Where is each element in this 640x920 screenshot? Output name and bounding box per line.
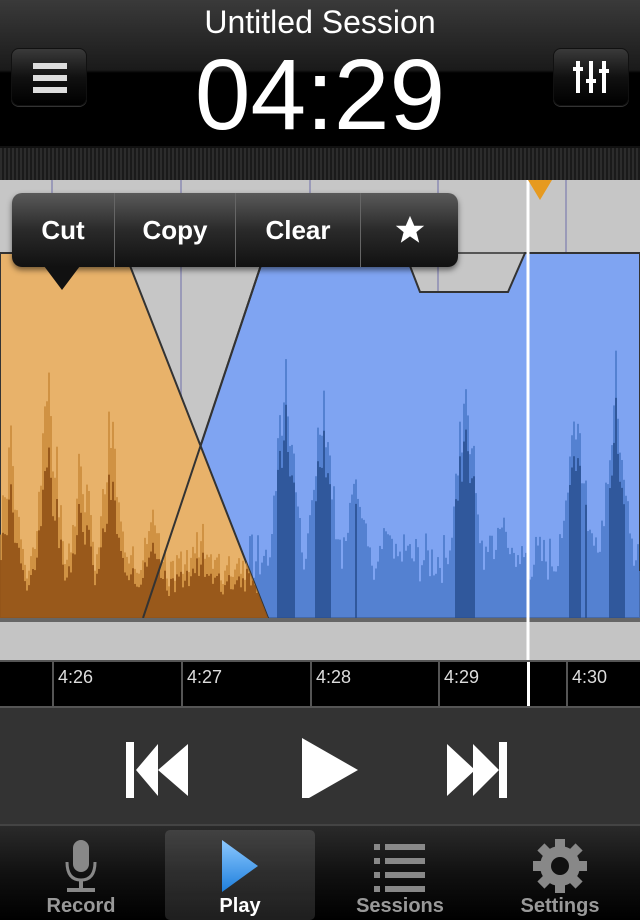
track-footer <box>0 622 640 660</box>
tab-sessions[interactable]: Sessions <box>325 830 475 920</box>
play-icon[interactable] <box>300 738 360 798</box>
session-title: Untitled Session <box>204 4 436 40</box>
tick: 4:29 <box>438 662 479 708</box>
tick: 4:27 <box>181 662 222 708</box>
hamburger-icon <box>33 63 67 93</box>
favorite-button[interactable] <box>361 193 458 267</box>
tick: 4:28 <box>310 662 351 708</box>
header: Untitled Session 04:29 <box>0 0 640 150</box>
sliders-icon <box>573 61 609 93</box>
overview-strip[interactable] <box>0 146 640 180</box>
timeline-ruler[interactable]: 4:26 4:27 4:28 4:29 4:30 <box>0 660 640 708</box>
gear-icon <box>533 839 587 893</box>
clear-button[interactable]: Clear <box>236 193 361 267</box>
tick: 4:30 <box>566 662 607 708</box>
edit-menu-pointer <box>44 266 80 290</box>
list-icon <box>374 844 425 892</box>
edit-menu: Cut Copy Clear <box>12 193 458 267</box>
play-icon <box>222 840 258 892</box>
star-icon <box>395 215 424 243</box>
mixer-button[interactable] <box>553 48 629 106</box>
playhead-ruler <box>527 662 530 708</box>
tab-record[interactable]: Record <box>6 830 156 920</box>
tab-bar: Record Play Sessions Settings <box>0 824 640 920</box>
copy-button[interactable]: Copy <box>115 193 236 267</box>
menu-button[interactable] <box>11 48 87 106</box>
skip-back-icon[interactable] <box>124 738 190 798</box>
tab-play[interactable]: Play <box>165 830 315 920</box>
time-display: 04:29 <box>194 39 446 151</box>
tab-settings[interactable]: Settings <box>485 830 635 920</box>
cut-button[interactable]: Cut <box>12 193 115 267</box>
transport-controls <box>0 706 640 824</box>
microphone-icon <box>65 840 97 892</box>
skip-forward-icon[interactable] <box>445 738 511 798</box>
tick: 4:26 <box>52 662 93 708</box>
